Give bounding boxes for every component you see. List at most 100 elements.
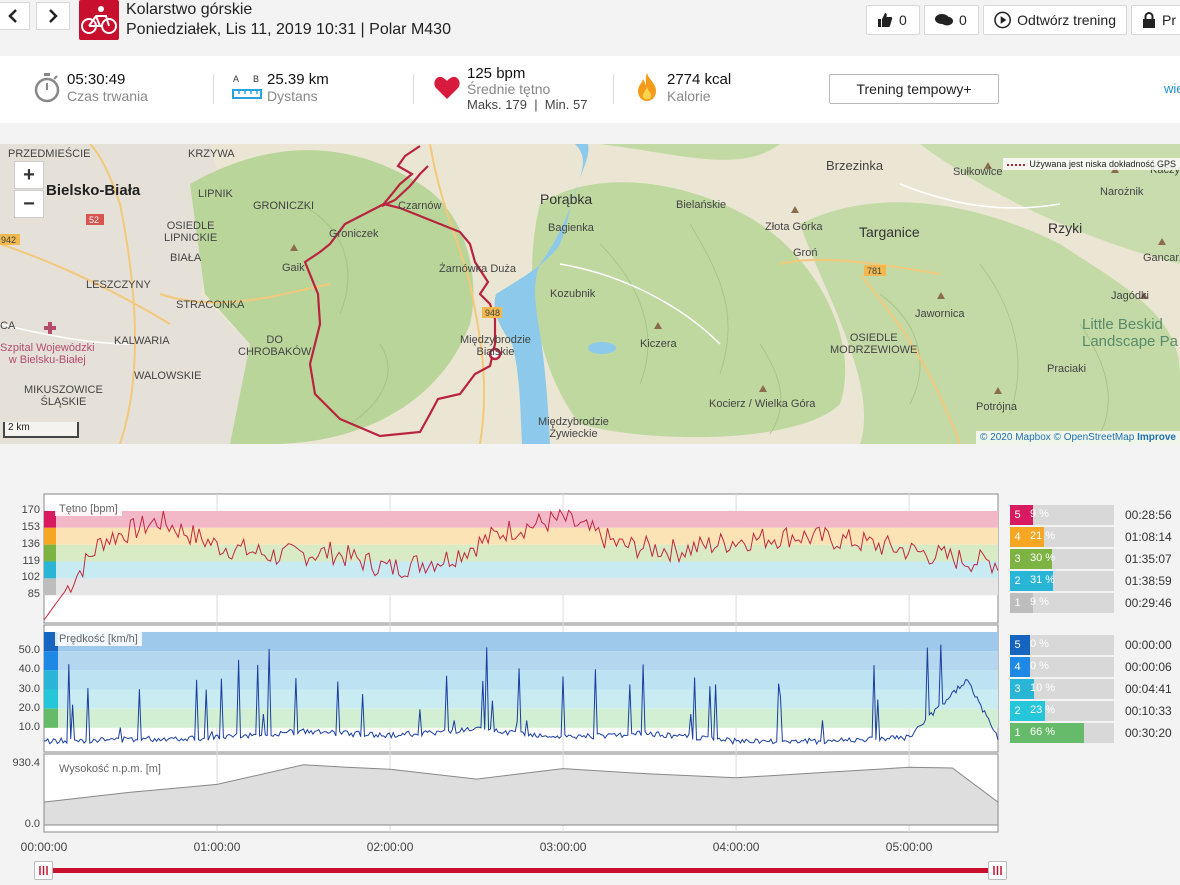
hr-axis-tick: 170 xyxy=(21,503,40,516)
time-axis-tick: 02:00:00 xyxy=(366,840,414,854)
hr-zone-percent: 31 % xyxy=(1030,574,1056,586)
map-label: Jagódki xyxy=(1111,290,1149,302)
time-range-track[interactable] xyxy=(44,868,999,873)
speed-zone-percent: 66 % xyxy=(1030,726,1056,738)
activity-subtitle: Poniedziałek, Lis 11, 2019 10:31 | Polar… xyxy=(126,21,451,38)
speed-zone-band xyxy=(58,708,998,728)
top-bar: Kolarstwo górskie Poniedziałek, Lis 11, … xyxy=(0,0,1180,44)
hr-zone-marker xyxy=(44,527,56,545)
map-label: Narożnik xyxy=(1100,186,1144,198)
map-label: Kiczera xyxy=(640,338,677,350)
like-button[interactable]: 0 xyxy=(866,5,920,35)
hr-zone-marker xyxy=(44,561,56,579)
hr-zone-row[interactable]: 3 30 % xyxy=(1010,549,1114,569)
map-label: Międzybrodzie Bialskie xyxy=(460,334,531,358)
map-label: Gancarz xyxy=(1143,252,1180,264)
heart-icon xyxy=(434,76,460,99)
map-label: Szpital Wojewódzki w Bielsku-Białej xyxy=(0,342,95,366)
time-axis-tick: 01:00:00 xyxy=(193,840,241,854)
hr-zone-time: 00:29:46 xyxy=(1125,596,1172,610)
divider xyxy=(613,74,614,104)
comments-icon xyxy=(935,14,953,26)
speed-zone-marker xyxy=(44,689,58,709)
range-start-handle[interactable] xyxy=(34,861,53,880)
road-number: 948 xyxy=(485,308,501,318)
hr-zone-row[interactable]: 2 31 % xyxy=(1010,571,1114,591)
speed-zone-row[interactable]: 2 23 % xyxy=(1010,701,1114,721)
grip-icon xyxy=(993,866,1002,875)
speed-axis-tick: 40.0 xyxy=(18,663,40,676)
tempo-training-button[interactable]: Trening tempowy+ xyxy=(829,74,999,104)
more-link[interactable]: wie xyxy=(1164,81,1180,96)
replay-training-button[interactable]: Odtwórz trening xyxy=(983,5,1127,35)
comment-button[interactable]: 0 xyxy=(924,5,979,35)
map-label: Gaik xyxy=(282,262,305,274)
privacy-button[interactable]: Pr xyxy=(1131,5,1180,35)
speed-zone-row[interactable]: 3 10 % xyxy=(1010,679,1114,699)
hr-zone-number: 1 xyxy=(1010,593,1025,613)
map-label: STRACONKA xyxy=(176,299,245,311)
speed-zone-number: 2 xyxy=(1010,701,1025,721)
summary-bar: 05:30:49 Czas trwania A B 25.39 km Dysta… xyxy=(0,56,1180,123)
training-chart[interactable] xyxy=(0,492,1000,885)
speed-zone-number: 5 xyxy=(1010,635,1025,655)
range-end-handle[interactable] xyxy=(988,861,1007,880)
speed-zone-percent: 0 % xyxy=(1030,660,1049,672)
speed-zone-row[interactable]: 4 0 % xyxy=(1010,657,1114,677)
kcal-value: 2774 kcal xyxy=(667,71,732,88)
hr-label: Średnie tętno xyxy=(467,81,551,97)
map-label: Porąbka xyxy=(540,191,593,207)
speed-zone-time: 00:00:00 xyxy=(1125,638,1172,652)
map-label: Groń xyxy=(793,247,818,259)
altitude-axis-tick: 0.0 xyxy=(24,818,40,830)
map-label: Jawornica xyxy=(915,308,965,320)
speed-zone-percent: 10 % xyxy=(1030,682,1056,694)
time-axis-tick: 00:00:00 xyxy=(20,840,68,854)
speed-zone-time: 00:04:41 xyxy=(1125,682,1172,696)
hr-zone-row[interactable]: 5 9 % xyxy=(1010,505,1114,525)
back-button[interactable] xyxy=(0,2,30,30)
map-label: Rzyki xyxy=(1048,220,1083,236)
speed-zone-number: 1 xyxy=(1010,723,1025,743)
forward-button[interactable] xyxy=(36,2,70,30)
speed-zone-number: 3 xyxy=(1010,679,1025,699)
like-count: 0 xyxy=(899,12,907,28)
speed-axis-tick: 10.0 xyxy=(18,720,40,733)
speed-zone-row[interactable]: 1 66 % xyxy=(1010,723,1114,743)
grip-icon xyxy=(39,866,48,875)
osm-link[interactable]: © OpenStreetMap xyxy=(1054,432,1135,443)
mapbox-link[interactable]: © 2020 Mapbox xyxy=(980,432,1051,443)
gps-accuracy-note: Używana jest niska dokładność GPS xyxy=(1003,158,1180,170)
hr-zone-row[interactable]: 1 9 % xyxy=(1010,593,1114,613)
hr-zone-time: 00:28:56 xyxy=(1125,508,1172,522)
hr-axis-tick: 153 xyxy=(21,520,40,533)
hr-axis-tick: 85 xyxy=(27,588,40,601)
distance-ab-label: A B xyxy=(233,74,266,84)
map-label: Bagienka xyxy=(548,222,594,234)
improve-map-link[interactable]: Improve xyxy=(1137,432,1176,443)
hr-zone-time: 01:35:07 xyxy=(1125,552,1172,566)
map-label: Bielsko-Biała xyxy=(46,182,141,199)
altitude-panel-title: Wysokość n.p.m. [m] xyxy=(55,762,165,776)
hr-zone-row[interactable]: 4 21 % xyxy=(1010,527,1114,547)
hr-zone-percent: 9 % xyxy=(1030,508,1049,520)
replay-label: Odtwórz trening xyxy=(1017,12,1116,28)
distance-value: 25.39 km xyxy=(267,71,329,88)
duration-value: 05:30:49 xyxy=(67,71,126,88)
zoom-in-button[interactable]: + xyxy=(14,161,44,189)
speed-zone-row[interactable]: 5 0 % xyxy=(1010,635,1114,655)
hr-minmax: Maks. 179 | Min. 57 xyxy=(467,97,588,112)
zoom-out-button[interactable]: − xyxy=(14,190,44,218)
map-label: LIPNIK xyxy=(198,188,233,200)
speed-zone-marker xyxy=(44,708,58,728)
activity-title: Kolarstwo górskie xyxy=(126,1,253,18)
map-label: Złota Górka xyxy=(765,221,823,233)
map-label: Bielańskie xyxy=(676,199,727,211)
hr-zone-marker xyxy=(44,544,56,562)
map-label: KRZYWA xyxy=(188,148,235,160)
speed-axis-tick: 30.0 xyxy=(18,682,40,695)
speed-zone-marker xyxy=(44,670,58,690)
gps-note-text: Używana jest niska dokładność GPS xyxy=(1029,159,1176,169)
route-map[interactable]: PRZEDMIEŚCIE KRZYWA Bielsko-Biała LIPNIK… xyxy=(0,144,1180,444)
hr-zone-number: 2 xyxy=(1010,571,1025,591)
